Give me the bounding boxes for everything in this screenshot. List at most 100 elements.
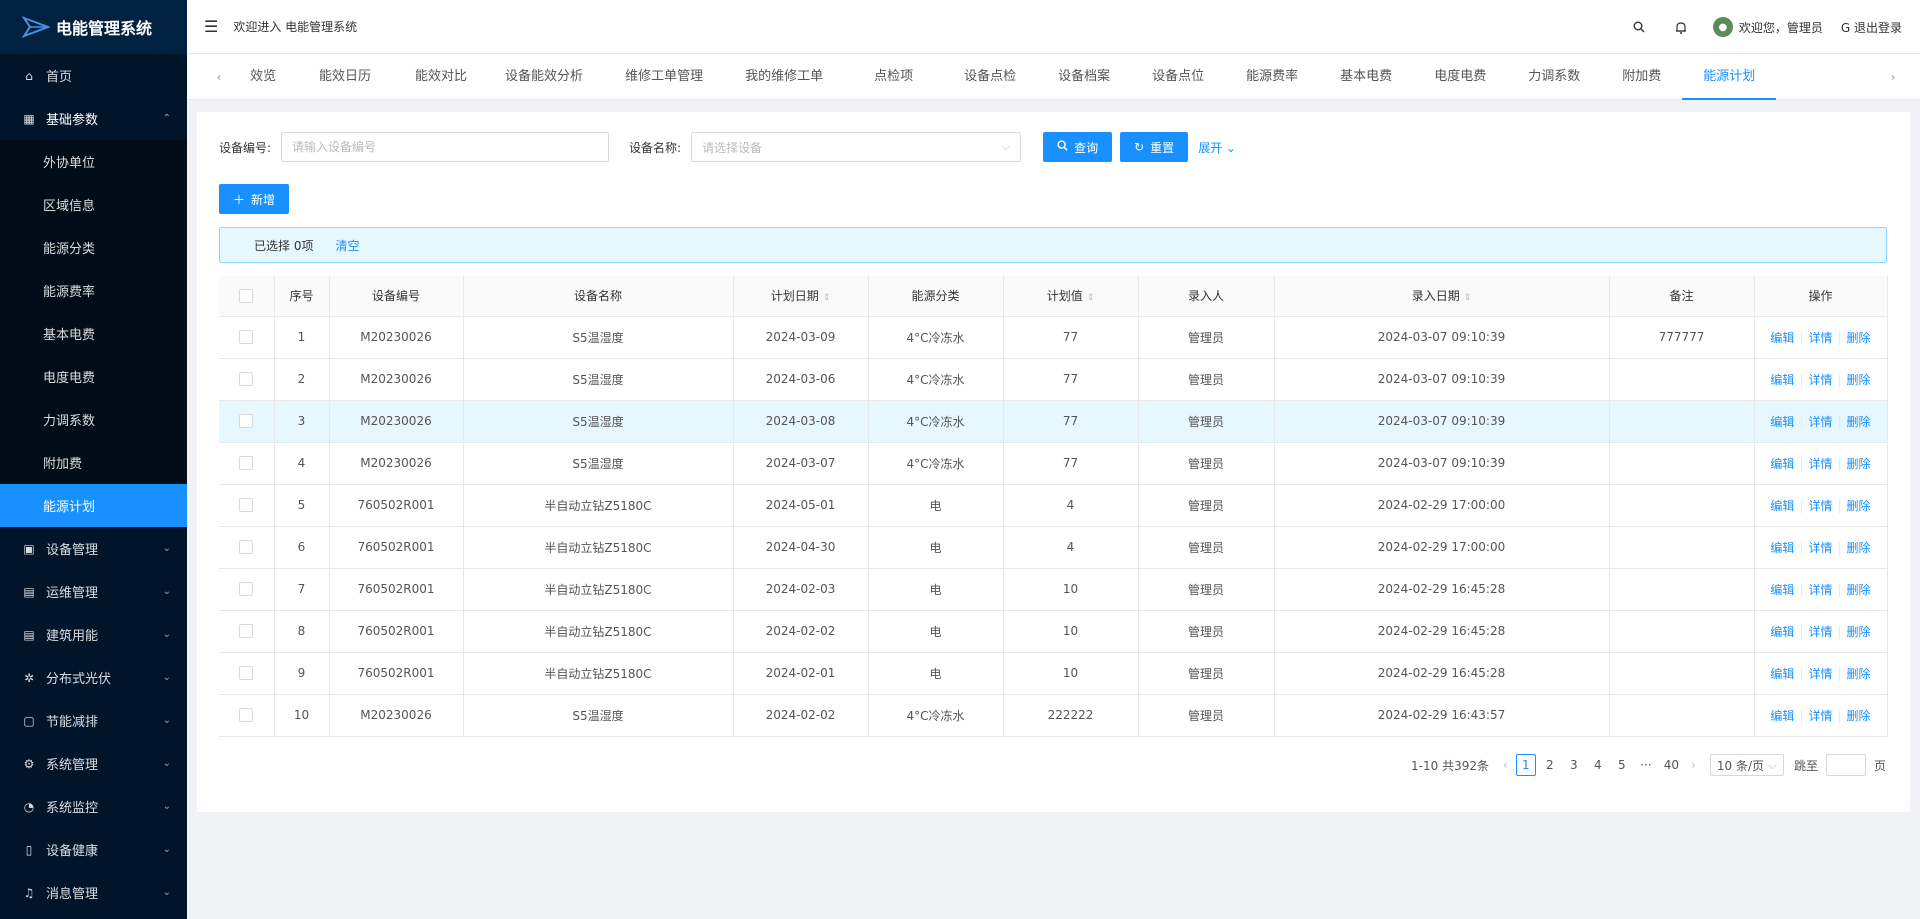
- detail-link[interactable]: 详情: [1808, 331, 1832, 345]
- detail-link[interactable]: 详情: [1808, 625, 1832, 639]
- edit-link[interactable]: 编辑: [1770, 373, 1794, 387]
- detail-link[interactable]: 详情: [1808, 709, 1832, 723]
- device-code-input[interactable]: [281, 132, 610, 162]
- sidebar-item-device-health[interactable]: ▯ 设备健康 ⌄: [0, 828, 187, 871]
- delete-link[interactable]: 删除: [1847, 667, 1871, 681]
- clear-selection-link[interactable]: 清空: [335, 237, 359, 254]
- edit-link[interactable]: 编辑: [1770, 499, 1794, 513]
- delete-link[interactable]: 删除: [1847, 583, 1871, 597]
- page-number[interactable]: 1: [1515, 754, 1536, 776]
- sidebar-item-system-mgmt[interactable]: ⚙ 系统管理 ⌄: [0, 742, 187, 785]
- device-name-select[interactable]: 请选择设备 ⌵: [691, 132, 1022, 162]
- detail-link[interactable]: 详情: [1808, 373, 1832, 387]
- sidebar-item-basic-params[interactable]: ▦ 基础参数 ⌃: [0, 97, 187, 140]
- sidebar-item-ops-mgmt[interactable]: ▤ 运维管理 ⌄: [0, 570, 187, 613]
- table-row[interactable]: 3 M20230026 S5温湿度 2024-03-08 4°C冷冻水 77 管理员 2024…: [219, 400, 1888, 443]
- sidebar-item-message-mgmt[interactable]: ♫ 消息管理 ⌄: [0, 871, 187, 914]
- tab-item[interactable]: 能源费率: [1225, 54, 1319, 100]
- col-header-sortable[interactable]: 计划日期 ⇕: [733, 276, 869, 317]
- query-button[interactable]: 查询: [1043, 132, 1113, 162]
- table-row[interactable]: 7 760502R001 半自动立钻Z5180C 2024-02-03 电 10 管理员 20…: [219, 568, 1888, 611]
- sidebar-item-energy-plan[interactable]: 能源计划: [0, 484, 187, 527]
- select-all-checkbox[interactable]: [239, 289, 254, 303]
- col-header-sortable[interactable]: 计划值 ⇕: [1003, 276, 1139, 317]
- page-number[interactable]: 4: [1588, 754, 1608, 776]
- table-row[interactable]: 5 760502R001 半自动立钻Z5180C 2024-05-01 电 4 管理员 202…: [219, 484, 1888, 527]
- menu-fold-icon[interactable]: ☰: [204, 17, 218, 36]
- tab-energy-plan[interactable]: 能源计划: [1682, 54, 1777, 100]
- page-number[interactable]: 5: [1612, 754, 1632, 776]
- sidebar-item-area-info[interactable]: 区域信息: [0, 183, 187, 226]
- tab-item[interactable]: 点检项: [844, 54, 943, 100]
- table-row[interactable]: 6 760502R001 半自动立钻Z5180C 2024-04-30 电 4 管理员 202…: [219, 526, 1888, 569]
- sidebar-item-home[interactable]: ⌂ 首页: [0, 54, 187, 97]
- tab-item[interactable]: 设备点位: [1131, 54, 1225, 100]
- search-icon[interactable]: [1629, 17, 1649, 37]
- edit-link[interactable]: 编辑: [1770, 667, 1794, 681]
- sidebar-item-system-monitor[interactable]: ◔ 系统监控 ⌄: [0, 785, 187, 828]
- next-page-icon[interactable]: ›: [1691, 758, 1696, 772]
- detail-link[interactable]: 详情: [1808, 457, 1832, 471]
- row-checkbox[interactable]: [239, 456, 254, 471]
- row-checkbox[interactable]: [239, 372, 254, 387]
- logout-button[interactable]: G 退出登录: [1841, 19, 1902, 36]
- row-checkbox[interactable]: [239, 498, 254, 513]
- sidebar-item-energy-saving[interactable]: ▢ 节能减排 ⌄: [0, 699, 187, 742]
- table-row[interactable]: 8 760502R001 半自动立钻Z5180C 2024-02-02 电 10 管理员 20…: [219, 610, 1888, 653]
- delete-link[interactable]: 删除: [1847, 373, 1871, 387]
- edit-link[interactable]: 编辑: [1770, 541, 1794, 555]
- page-number[interactable]: 3: [1564, 754, 1584, 776]
- delete-link[interactable]: 删除: [1847, 709, 1871, 723]
- edit-link[interactable]: 编辑: [1770, 709, 1794, 723]
- sidebar-item-basic-fee[interactable]: 基本电费: [0, 312, 187, 355]
- edit-link[interactable]: 编辑: [1770, 457, 1794, 471]
- jump-page-input[interactable]: [1825, 754, 1866, 776]
- page-size-select[interactable]: 10 条/页 ⌵: [1709, 754, 1784, 776]
- delete-link[interactable]: 删除: [1847, 541, 1871, 555]
- detail-link[interactable]: 详情: [1808, 541, 1832, 555]
- tab-item[interactable]: 设备档案: [1037, 54, 1131, 100]
- edit-link[interactable]: 编辑: [1770, 583, 1794, 597]
- row-checkbox[interactable]: [239, 666, 254, 681]
- page-number[interactable]: 2: [1540, 754, 1560, 776]
- delete-link[interactable]: 删除: [1847, 499, 1871, 513]
- row-checkbox[interactable]: [239, 624, 254, 639]
- sidebar-item-power-factor[interactable]: 力调系数: [0, 398, 187, 441]
- user-greeting[interactable]: 欢迎您，管理员: [1739, 19, 1823, 36]
- tab-item[interactable]: 设备能效分析: [484, 54, 604, 100]
- sidebar-item-building-energy[interactable]: ▤ 建筑用能 ⌄: [0, 613, 187, 656]
- tab-item[interactable]: 基本电费: [1319, 54, 1413, 100]
- row-checkbox[interactable]: [239, 582, 254, 597]
- sidebar-item-energy-category[interactable]: 能源分类: [0, 226, 187, 269]
- tab-scroll-right-icon[interactable]: ›: [1878, 54, 1908, 100]
- edit-link[interactable]: 编辑: [1770, 331, 1794, 345]
- edit-link[interactable]: 编辑: [1770, 415, 1794, 429]
- tab-item[interactable]: 电度电费: [1413, 54, 1507, 100]
- table-row[interactable]: 4 M20230026 S5温湿度 2024-03-07 4°C冷冻水 77 管理员 2024…: [219, 442, 1888, 485]
- row-checkbox[interactable]: [239, 414, 254, 429]
- tab-item[interactable]: 效览: [234, 54, 292, 100]
- sidebar-item-distributed-pv[interactable]: ✲ 分布式光伏 ⌄: [0, 656, 187, 699]
- edit-link[interactable]: 编辑: [1770, 625, 1794, 639]
- tab-item[interactable]: 能效对比: [398, 54, 484, 100]
- delete-link[interactable]: 删除: [1847, 415, 1871, 429]
- tab-item[interactable]: 设备点检: [943, 54, 1037, 100]
- table-row[interactable]: 9 760502R001 半自动立钻Z5180C 2024-02-01 电 10 管理员 20…: [219, 652, 1888, 695]
- detail-link[interactable]: 详情: [1808, 667, 1832, 681]
- tab-scroll-left-icon[interactable]: ‹: [204, 54, 234, 100]
- page-number[interactable]: 40: [1660, 754, 1683, 776]
- avatar[interactable]: ●: [1712, 17, 1733, 37]
- sidebar-item-energy-rate[interactable]: 能源费率: [0, 269, 187, 312]
- tab-item[interactable]: 我的维修工单: [724, 54, 844, 100]
- bell-icon[interactable]: [1671, 17, 1691, 37]
- delete-link[interactable]: 删除: [1847, 457, 1871, 471]
- detail-link[interactable]: 详情: [1808, 499, 1832, 513]
- prev-page-icon[interactable]: ‹: [1503, 758, 1508, 772]
- tab-item[interactable]: 力调系数: [1507, 54, 1601, 100]
- delete-link[interactable]: 删除: [1847, 625, 1871, 639]
- row-checkbox[interactable]: [239, 708, 254, 723]
- table-row[interactable]: 1 M20230026 S5温湿度 2024-03-09 4°C冷冻水 77 管理员 2024…: [219, 316, 1888, 359]
- expand-link[interactable]: 展开 ⌄: [1198, 139, 1236, 156]
- col-header-sortable[interactable]: 录入日期 ⇕: [1274, 276, 1610, 317]
- detail-link[interactable]: 详情: [1808, 583, 1832, 597]
